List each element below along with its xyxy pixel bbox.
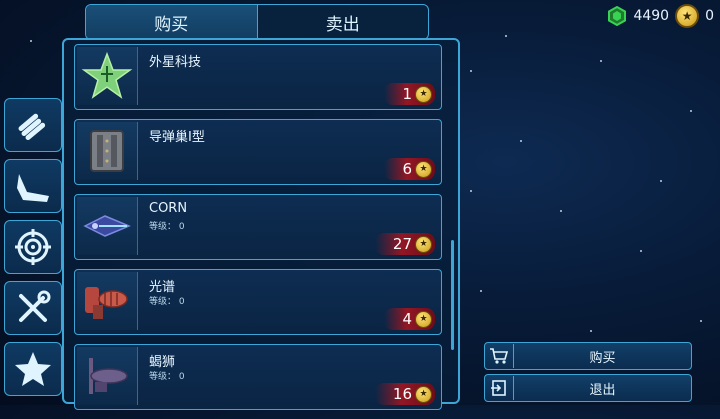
item-list-panel: 外星科技 1 ★ 导弹巢I型 6 ★ CORN 等级： 0 27 ★ 光谱 等级… — [62, 38, 460, 410]
price-value: 1 — [402, 85, 412, 103]
item-thumbnail — [77, 197, 138, 255]
level-value: 0 — [178, 297, 185, 307]
list-item[interactable]: 导弹巢I型 6 ★ — [74, 119, 442, 185]
missile-nest-icon — [90, 130, 124, 172]
currency-bar: 4490 ★ 0 — [607, 4, 714, 28]
level-label: 等级： — [149, 222, 177, 232]
star-coin-icon: ★ — [415, 160, 432, 178]
item-level: 等级： 0 — [149, 219, 185, 232]
shop-tabs: 购买 卖出 — [85, 4, 429, 40]
missile-rack-icon — [18, 113, 46, 140]
cart-icon — [485, 344, 514, 368]
price-tag: 27 ★ — [374, 233, 435, 255]
list-item[interactable]: 光谱 等级： 0 4 ★ — [74, 269, 442, 335]
tab-buy[interactable]: 购买 — [86, 5, 258, 39]
category-tools[interactable] — [4, 281, 62, 335]
price-tag: 1 ★ — [384, 83, 435, 105]
category-special[interactable] — [4, 342, 62, 396]
item-thumbnail — [77, 347, 138, 405]
green-crystal-icon — [608, 6, 627, 26]
price-tag: 16 ★ — [374, 383, 435, 405]
star-coin-icon: ★ — [415, 385, 432, 403]
category-wings[interactable] — [4, 159, 62, 213]
star-coin-icon: ★ — [415, 85, 432, 103]
spectrum-ship-icon — [85, 287, 128, 319]
category-weapons[interactable] — [4, 220, 62, 274]
item-level: 等级： 0 — [149, 369, 185, 382]
gem-counter: 4490 — [607, 6, 669, 26]
item-level: 等级： 0 — [149, 294, 185, 307]
item-name: CORN — [149, 201, 188, 216]
list-item[interactable]: 蝎狮 等级： 0 16 ★ — [74, 344, 442, 410]
exit-icon — [485, 376, 514, 400]
exit-button-label: 退出 — [589, 382, 616, 398]
item-name: 蝎狮 — [149, 355, 176, 370]
alien-tech-star-icon — [81, 52, 133, 99]
exit-button[interactable]: 退出 — [484, 374, 692, 402]
item-thumbnail — [77, 272, 138, 330]
price-tag: 6 ★ — [384, 158, 435, 180]
star-coin-icon: ★ — [675, 4, 700, 28]
price-value: 16 — [392, 385, 412, 403]
list-item[interactable]: CORN 等级： 0 27 ★ — [74, 194, 442, 260]
manticore-ship-icon — [89, 358, 128, 394]
crosshair-icon — [15, 229, 51, 265]
gem-count: 4490 — [633, 8, 670, 24]
buy-button[interactable]: 购买 — [484, 342, 692, 370]
price-tag: 4 ★ — [384, 308, 435, 330]
level-value: 0 — [178, 222, 185, 232]
item-name: 外星科技 — [149, 55, 202, 70]
category-missiles[interactable] — [4, 98, 62, 152]
category-sidebar — [4, 98, 62, 403]
list-item[interactable]: 外星科技 1 ★ — [74, 44, 442, 110]
level-label: 等级： — [149, 372, 177, 382]
item-thumbnail — [77, 122, 138, 180]
star-icon — [15, 352, 51, 386]
tab-sell[interactable]: 卖出 — [258, 5, 429, 39]
item-thumbnail — [77, 47, 138, 105]
fighter-wing-icon — [17, 174, 49, 202]
item-list: 外星科技 1 ★ 导弹巢I型 6 ★ CORN 等级： 0 27 ★ 光谱 等级… — [74, 44, 442, 419]
level-value: 0 — [178, 372, 185, 382]
buy-button-label: 购买 — [589, 350, 616, 366]
star-coin-icon: ★ — [415, 235, 432, 253]
price-value: 6 — [402, 160, 412, 178]
corn-ship-icon — [83, 215, 131, 237]
star-counter: ★ 0 — [675, 4, 714, 28]
level-label: 等级： — [149, 297, 177, 307]
star-count: 0 — [705, 8, 714, 24]
star-coin-icon: ★ — [415, 310, 432, 328]
item-name: 光谱 — [149, 280, 176, 295]
item-name: 导弹巢I型 — [149, 130, 205, 145]
list-scrollbar[interactable] — [451, 240, 454, 350]
price-value: 4 — [402, 310, 412, 328]
tools-icon — [19, 290, 51, 322]
price-value: 27 — [392, 235, 412, 253]
